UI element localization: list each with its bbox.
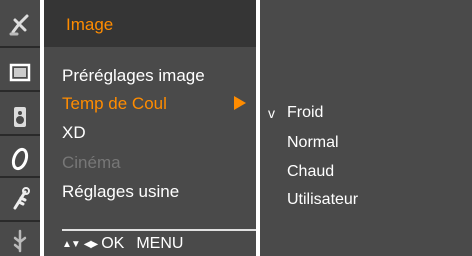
left-right-arrows-icon: ◀▶ (83, 238, 98, 250)
option-normal[interactable]: Normal (287, 134, 339, 152)
menu-hint: MENU (136, 235, 184, 252)
option-froid[interactable]: Froid (287, 104, 323, 122)
icon-separator (0, 220, 40, 222)
icon-separator (0, 90, 40, 92)
option-chaud[interactable]: Chaud (287, 163, 334, 181)
input-plug-icon[interactable] (5, 226, 35, 256)
picture-screen-icon[interactable] (5, 58, 35, 88)
up-down-arrows-icon: ▲▼ (62, 238, 81, 250)
key-lock-icon[interactable] (5, 184, 35, 214)
icon-separator (0, 134, 40, 136)
selected-check-icon: v (268, 105, 275, 121)
satellite-dish-icon[interactable] (5, 10, 35, 40)
color-temp-submenu: v Froid Normal Chaud Utilisateur (260, 0, 472, 256)
picture-menu-panel: Image Préréglages image Temp de Coul XD … (44, 0, 256, 256)
speaker-audio-icon[interactable] (5, 102, 35, 132)
navigation-hint: ▲▼ ◀▶ OK MENU (62, 235, 183, 253)
tv-osd-menu: Image Préréglages image Temp de Coul XD … (0, 0, 472, 256)
clock-time-icon[interactable] (5, 144, 35, 174)
ok-hint: OK (101, 235, 125, 252)
menu-item-xd[interactable]: XD (62, 123, 86, 143)
menu-item-color-temp[interactable]: Temp de Coul (62, 94, 167, 114)
menu-item-factory-reset[interactable]: Réglages usine (62, 182, 179, 202)
category-icon-strip (0, 0, 40, 256)
menu-item-cinema: Cinéma (62, 153, 121, 172)
menu-header: Image (44, 0, 256, 47)
icon-separator (0, 46, 40, 48)
menu-title: Image (66, 15, 114, 34)
menu-item-preset-picture[interactable]: Préréglages image (62, 66, 205, 86)
footer-divider (62, 229, 256, 231)
option-utilisateur[interactable]: Utilisateur (287, 191, 358, 209)
submenu-arrow-icon (234, 96, 246, 110)
icon-separator (0, 176, 40, 178)
